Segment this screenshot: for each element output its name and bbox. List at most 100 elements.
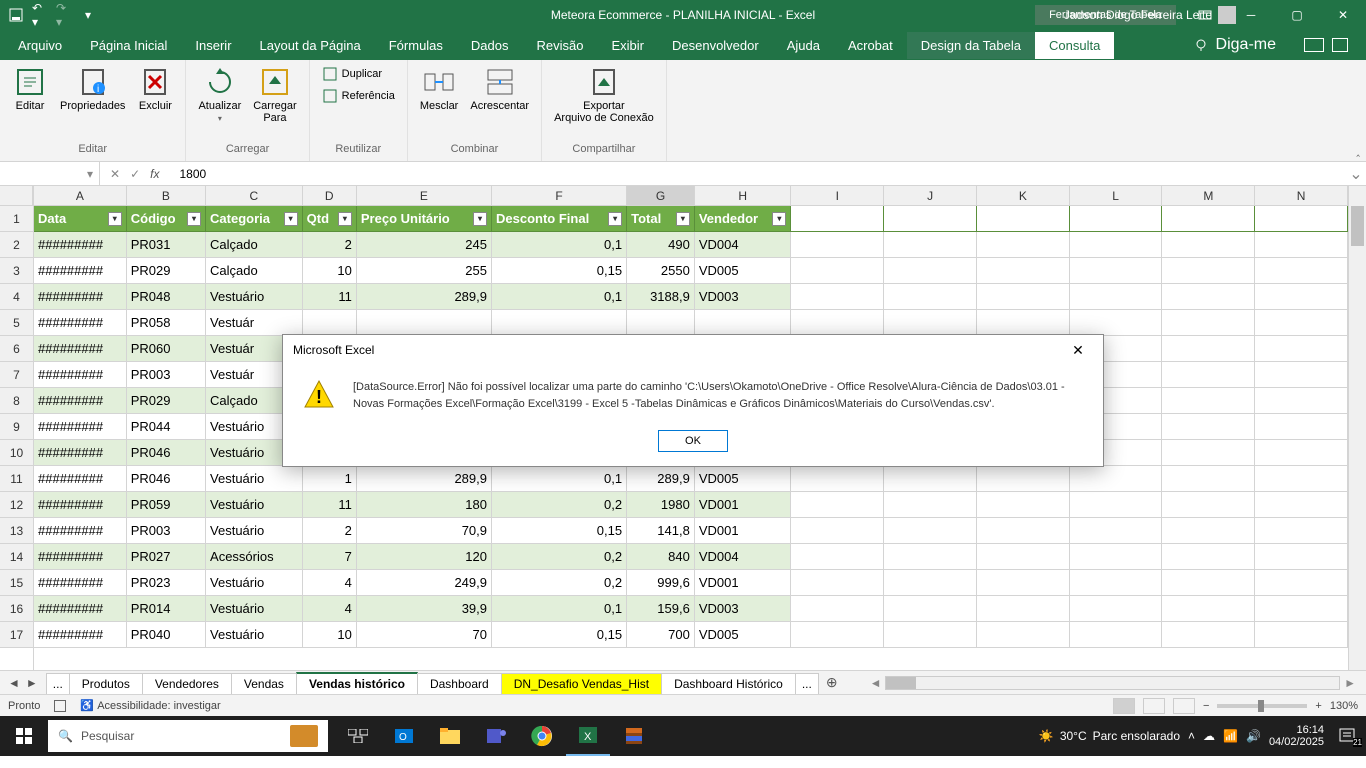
excel-icon[interactable]: X: [566, 716, 610, 756]
task-view-icon[interactable]: [336, 716, 380, 756]
sheet-tab[interactable]: ...: [46, 673, 70, 694]
cell[interactable]: 180: [357, 492, 492, 518]
cell[interactable]: PR029: [127, 258, 206, 284]
cancel-formula-icon[interactable]: ✕: [110, 167, 120, 181]
menu-tab-frmulas[interactable]: Fórmulas: [375, 32, 457, 59]
cell[interactable]: #########: [34, 284, 127, 310]
cell[interactable]: VD004: [695, 232, 792, 258]
cell[interactable]: 3188,9: [627, 284, 695, 310]
cell[interactable]: 159,6: [627, 596, 695, 622]
row-header[interactable]: 6: [0, 336, 33, 362]
cell[interactable]: #########: [34, 596, 127, 622]
tell-me[interactable]: Diga-me: [1180, 36, 1362, 54]
file-explorer-icon[interactable]: [428, 716, 472, 756]
table-header-cell[interactable]: Código▾: [127, 206, 206, 232]
cell[interactable]: [1162, 440, 1255, 466]
cell[interactable]: 840: [627, 544, 695, 570]
cell[interactable]: #########: [34, 258, 127, 284]
cell[interactable]: 0,1: [492, 284, 627, 310]
cell[interactable]: [1162, 596, 1255, 622]
cell[interactable]: [977, 544, 1070, 570]
cell[interactable]: PR046: [127, 466, 206, 492]
cell[interactable]: [1255, 414, 1348, 440]
cell[interactable]: VD004: [695, 544, 792, 570]
menu-tab-designdatabela[interactable]: Design da Tabela: [907, 32, 1035, 59]
column-header[interactable]: N: [1255, 186, 1348, 206]
cell[interactable]: [884, 284, 977, 310]
horizontal-scrollbar[interactable]: ◄ ►: [866, 676, 1360, 690]
cell[interactable]: #########: [34, 544, 127, 570]
cell[interactable]: 289,9: [357, 466, 492, 492]
cell[interactable]: [884, 206, 977, 232]
menu-tab-pginainicial[interactable]: Página Inicial: [76, 32, 181, 59]
zoom-level[interactable]: 130%: [1330, 700, 1358, 712]
cell[interactable]: [791, 492, 884, 518]
cell[interactable]: [977, 232, 1070, 258]
cell[interactable]: PR027: [127, 544, 206, 570]
tray-expand-icon[interactable]: ˄: [1188, 729, 1195, 743]
accessibility-status[interactable]: ♿ Acessibilidade: investigar: [80, 699, 220, 712]
row-header[interactable]: 15: [0, 570, 33, 596]
volume-icon[interactable]: 🔊: [1246, 729, 1261, 743]
cell[interactable]: [1162, 232, 1255, 258]
atualizar-button[interactable]: Atualizar▾: [194, 64, 245, 125]
row-header[interactable]: 16: [0, 596, 33, 622]
column-header[interactable]: G: [627, 186, 695, 206]
cell[interactable]: 4: [303, 596, 357, 622]
cell[interactable]: [884, 518, 977, 544]
cell[interactable]: Vestuário: [206, 492, 303, 518]
cell[interactable]: 0,1: [492, 466, 627, 492]
table-header-cell[interactable]: Qtd▾: [303, 206, 357, 232]
row-header[interactable]: 9: [0, 414, 33, 440]
cell[interactable]: #########: [34, 232, 127, 258]
menu-tab-exibir[interactable]: Exibir: [597, 32, 658, 59]
cell[interactable]: [1162, 310, 1255, 336]
cell[interactable]: [1255, 284, 1348, 310]
cell[interactable]: #########: [34, 336, 127, 362]
weather-widget[interactable]: ☀️ 30°C Parc ensolarado: [1039, 729, 1180, 743]
cell[interactable]: 141,8: [627, 518, 695, 544]
cell[interactable]: [1162, 518, 1255, 544]
cell[interactable]: PR003: [127, 362, 206, 388]
cell[interactable]: 1: [303, 466, 357, 492]
filter-icon[interactable]: ▾: [473, 212, 487, 226]
cell[interactable]: PR029: [127, 388, 206, 414]
cell[interactable]: #########: [34, 310, 127, 336]
carregarpara-button[interactable]: CarregarPara: [249, 64, 300, 126]
cell[interactable]: [1255, 362, 1348, 388]
cell[interactable]: [1162, 258, 1255, 284]
row-header[interactable]: 11: [0, 466, 33, 492]
cell[interactable]: #########: [34, 622, 127, 648]
cell[interactable]: [977, 258, 1070, 284]
cell[interactable]: [1255, 622, 1348, 648]
sheet-tab[interactable]: DN_Desafio Vendas_Hist: [501, 673, 662, 694]
cell[interactable]: [791, 518, 884, 544]
cell[interactable]: 289,9: [627, 466, 695, 492]
cell[interactable]: 2: [303, 232, 357, 258]
cell[interactable]: Vestuár: [206, 310, 303, 336]
column-header[interactable]: I: [791, 186, 884, 206]
cell[interactable]: PR046: [127, 440, 206, 466]
cell[interactable]: [884, 570, 977, 596]
cell[interactable]: [884, 310, 977, 336]
winrar-icon[interactable]: [612, 716, 656, 756]
notifications-icon[interactable]: 21: [1332, 727, 1362, 745]
qat-customize-icon[interactable]: ▾: [80, 7, 96, 23]
cell[interactable]: [791, 258, 884, 284]
cell[interactable]: [977, 622, 1070, 648]
cell[interactable]: #########: [34, 492, 127, 518]
column-header[interactable]: K: [977, 186, 1070, 206]
table-header-cell[interactable]: Categoria▾: [206, 206, 303, 232]
cell[interactable]: [1070, 310, 1163, 336]
vertical-scrollbar[interactable]: [1348, 186, 1366, 670]
cell[interactable]: [1162, 284, 1255, 310]
cell[interactable]: 255: [357, 258, 492, 284]
cell[interactable]: 2: [303, 518, 357, 544]
row-header[interactable]: 14: [0, 544, 33, 570]
propriedades-button[interactable]: iPropriedades: [56, 64, 129, 114]
cell[interactable]: [977, 518, 1070, 544]
cell[interactable]: [1162, 336, 1255, 362]
cell[interactable]: [884, 232, 977, 258]
cell[interactable]: 0,15: [492, 258, 627, 284]
column-header[interactable]: M: [1162, 186, 1255, 206]
